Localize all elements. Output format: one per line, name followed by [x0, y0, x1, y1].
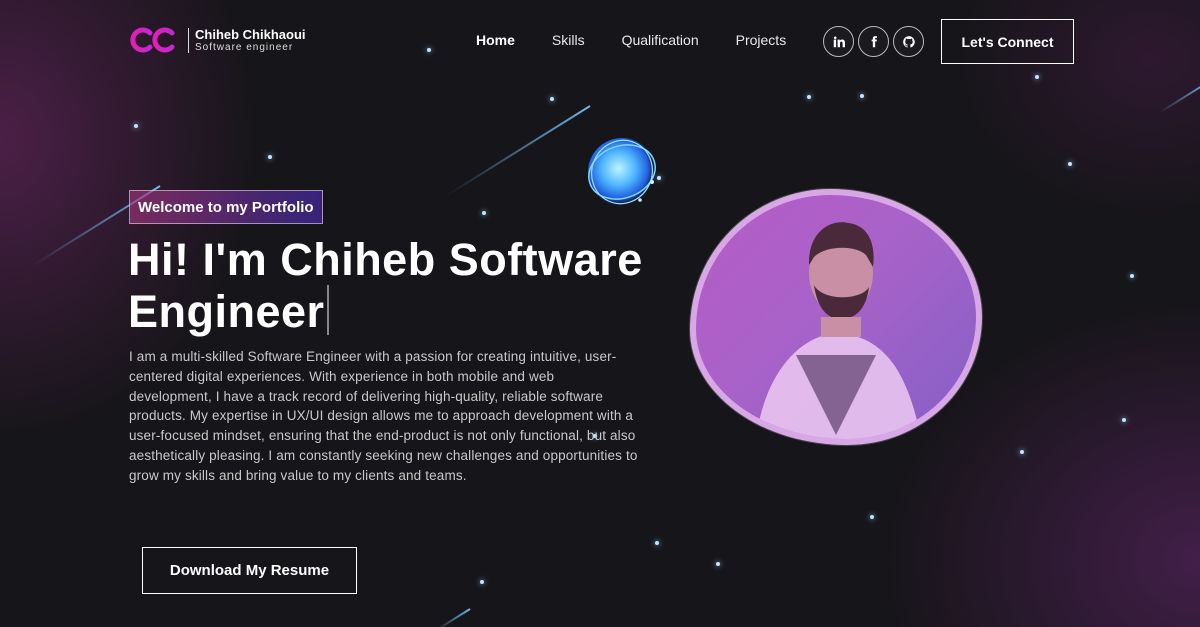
star	[860, 94, 864, 98]
linkedin-button[interactable]	[823, 26, 854, 57]
brand-logo[interactable]: Chiheb Chikhaoui Software engineer	[128, 26, 306, 54]
lets-connect-button[interactable]: Let's Connect	[941, 19, 1074, 64]
hero-bio: I am a multi-skilled Software Engineer w…	[129, 349, 638, 483]
nav-link-projects[interactable]: Projects	[736, 32, 787, 48]
main-nav: Home Skills Qualification Projects	[476, 32, 823, 48]
star	[716, 562, 720, 566]
hero-title: Hi! I'm Chiheb Software Engineer	[128, 234, 688, 337]
star	[1020, 450, 1024, 454]
hero-title-text: Hi! I'm Chiheb Software Engineer	[128, 234, 643, 337]
shooting-star	[1158, 80, 1200, 114]
nav-link-home[interactable]: Home	[476, 32, 515, 48]
github-button[interactable]	[893, 26, 924, 57]
star	[1068, 162, 1072, 166]
nav-link-skills[interactable]: Skills	[552, 32, 585, 48]
person-silhouette-icon	[756, 222, 921, 439]
welcome-badge: Welcome to my Portfolio	[129, 190, 323, 224]
glowing-globe-icon	[588, 138, 656, 206]
cc-logo-icon	[130, 27, 175, 53]
star	[1122, 418, 1126, 422]
typing-cursor	[326, 285, 329, 335]
star	[870, 515, 874, 519]
download-resume-button[interactable]: Download My Resume	[142, 547, 357, 594]
portrait-image	[696, 195, 976, 439]
star	[807, 95, 811, 99]
social-links	[823, 26, 928, 57]
star	[480, 580, 484, 584]
nav-link-qualification[interactable]: Qualification	[622, 32, 699, 48]
facebook-button[interactable]	[858, 26, 889, 57]
star	[268, 155, 272, 159]
github-icon	[902, 35, 915, 48]
star	[482, 211, 486, 215]
portrait-frame	[690, 189, 982, 445]
facebook-icon	[871, 35, 877, 47]
star	[1130, 274, 1134, 278]
brand-name: Chiheb Chikhaoui	[195, 26, 306, 42]
star	[550, 97, 554, 101]
brand-text: Chiheb Chikhaoui Software engineer	[188, 26, 306, 53]
profile-portrait	[690, 189, 982, 445]
shooting-star	[435, 608, 471, 627]
brand-subtitle: Software engineer	[195, 41, 294, 53]
star	[134, 124, 138, 128]
star	[1035, 75, 1039, 79]
linkedin-icon	[833, 35, 845, 47]
star	[655, 541, 659, 545]
shooting-star	[445, 105, 591, 197]
star	[427, 48, 431, 52]
